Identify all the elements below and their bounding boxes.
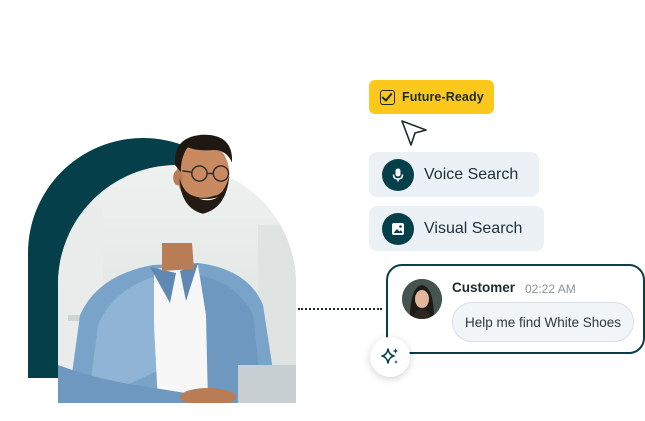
dotted-connector xyxy=(298,308,382,310)
voice-search-button[interactable]: Voice Search xyxy=(369,152,539,197)
sender-name: Customer xyxy=(452,280,516,295)
person-head xyxy=(173,134,233,214)
badge-label: Future-Ready xyxy=(402,90,484,104)
visual-search-button[interactable]: Visual Search xyxy=(369,206,544,251)
visual-search-label: Visual Search xyxy=(424,219,523,237)
cursor-pointer-icon xyxy=(401,120,427,146)
image-icon xyxy=(382,212,414,245)
future-ready-badge: Future-Ready xyxy=(369,80,494,114)
chat-message-card: Customer 02:22 AM Help me find White Sho… xyxy=(386,264,645,354)
sparkle-icon xyxy=(381,348,399,364)
ai-assistant-button[interactable] xyxy=(370,337,410,377)
message-bubble: Help me find White Shoes xyxy=(452,302,634,342)
customer-avatar xyxy=(402,279,442,319)
microphone-icon xyxy=(382,158,414,191)
voice-search-label: Voice Search xyxy=(424,165,519,183)
checkbox-icon xyxy=(380,89,395,105)
message-time: 02:22 AM xyxy=(525,282,576,296)
